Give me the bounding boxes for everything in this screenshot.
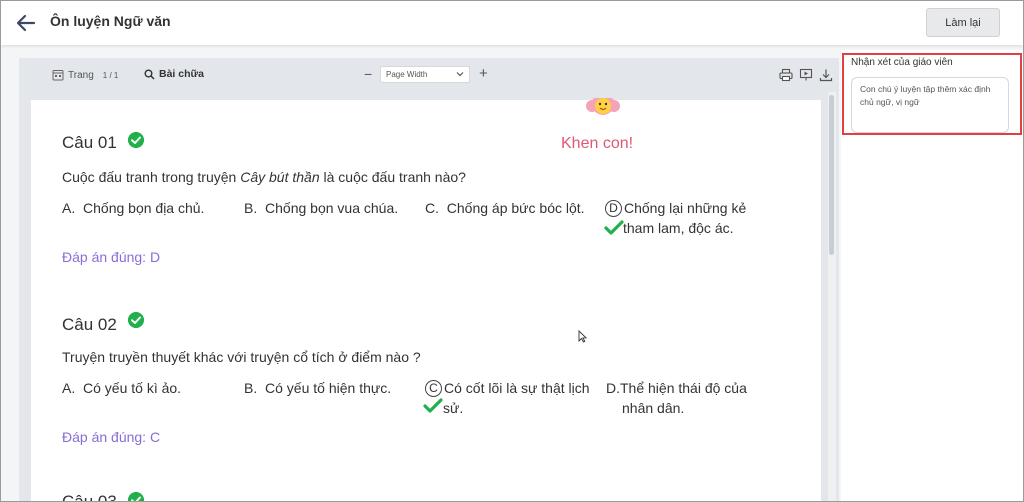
question-title: Câu 03 <box>62 492 117 502</box>
selected-option-letter: D <box>605 200 622 217</box>
tick-icon <box>604 220 624 235</box>
question-title: Câu 01 <box>62 133 117 152</box>
print-icon[interactable] <box>779 68 793 82</box>
option-c-selected[interactable]: C Có cốt lõi là sự thật lịch sử. <box>425 378 590 418</box>
chevron-down-icon <box>456 72 464 77</box>
selected-option-letter: C <box>425 380 442 397</box>
zoom-select[interactable]: Page Width <box>380 66 470 83</box>
solution-label: Bài chữa <box>159 68 204 80</box>
document-viewer: Trang 1 / 1 Bài chữa − Page Width + Khen… <box>19 58 839 502</box>
check-icon <box>128 132 144 148</box>
flower-icon <box>586 98 620 115</box>
option-letter: B. <box>244 380 258 396</box>
comment-textbox[interactable]: Con chú ý luyện tập thêm xác định chủ ng… <box>851 77 1009 133</box>
option-text: tham lam, độc ác. <box>623 220 734 236</box>
document-page: Khen con! Câu 01 Cuộc đấu tranh trong tr… <box>31 98 821 502</box>
question-text: Cuộc đấu tranh trong truyện Cây bút thần… <box>62 169 466 185</box>
check-icon <box>128 492 144 501</box>
option-letter: C. <box>425 200 439 216</box>
search-icon <box>144 69 155 80</box>
viewer-scrollbar[interactable] <box>828 92 836 501</box>
question-text-part: là cuộc đấu tranh nào? <box>319 169 466 185</box>
tick-icon <box>423 398 443 413</box>
option-letter: A. <box>62 380 76 396</box>
option-letter: B. <box>244 200 258 216</box>
zoom-value: Page Width <box>386 70 428 79</box>
page-indicator: Trang 1 / 1 <box>52 69 118 81</box>
present-icon[interactable] <box>799 68 813 82</box>
teacher-comment-panel: Nhận xét của giáo viên Con chú ý luyện t… <box>841 50 1023 501</box>
option-d[interactable]: D.Thể hiện thái độ của nhân dân. <box>606 378 747 418</box>
option-text: Có cốt lõi là sự thật lịch <box>444 380 590 396</box>
praise-text: Khen con! <box>561 135 634 152</box>
back-arrow-icon[interactable] <box>15 12 37 34</box>
option-b[interactable]: B. Chống bọn vua chúa. <box>244 198 398 218</box>
comment-title: Nhận xét của giáo viên <box>851 57 953 68</box>
viewer-toolbar: Trang 1 / 1 Bài chữa − Page Width + <box>19 58 839 92</box>
page-label: Trang <box>68 69 94 81</box>
option-text: sử. <box>443 400 464 416</box>
app-window: Ôn luyện Ngữ văn Làm lại Trang 1 / 1 Bài… <box>0 0 1024 502</box>
option-letter: A. <box>62 200 76 216</box>
option-d-selected[interactable]: D Chống lại những kẻ tham lam, độc ác. <box>605 198 746 238</box>
option-b[interactable]: B. Có yếu tố hiện thực. <box>244 378 391 398</box>
solution-tab[interactable]: Bài chữa <box>144 68 204 80</box>
option-a[interactable]: A. Chống bọn địa chủ. <box>62 198 204 218</box>
option-text: Có yếu tố hiện thực. <box>265 380 392 396</box>
question-text-part: Cuộc đấu tranh trong truyện <box>62 169 241 185</box>
page-title: Ôn luyện Ngữ văn <box>50 13 171 29</box>
option-text: Chống áp bức bóc lột. <box>446 200 585 216</box>
correct-answer: Đáp án đúng: D <box>62 249 161 265</box>
check-icon <box>128 312 144 328</box>
zoom-out-button[interactable]: − <box>364 66 372 82</box>
option-text: Chống bọn địa chủ. <box>83 200 205 216</box>
option-a[interactable]: A. Có yếu tố kì ảo. <box>62 378 181 398</box>
page-icon <box>52 70 64 81</box>
option-text: Có yếu tố kì ảo. <box>83 380 182 396</box>
cursor-icon <box>578 330 587 343</box>
option-text: Thể hiện thái độ của <box>620 380 747 396</box>
question-text: Truyện truyền thuyết khác với truyện cổ … <box>62 349 421 365</box>
zoom-in-button[interactable]: + <box>479 65 488 82</box>
redo-button[interactable]: Làm lại <box>926 8 1000 37</box>
option-text: nhân dân. <box>622 400 685 416</box>
option-letter: D. <box>606 380 620 396</box>
download-icon[interactable] <box>819 68 833 82</box>
scrollbar-thumb[interactable] <box>829 95 834 255</box>
correct-answer: Đáp án đúng: C <box>62 429 161 445</box>
page-count: 1 / 1 <box>102 70 119 80</box>
option-text: Chống lại những kẻ <box>624 200 747 216</box>
option-text: Chống bọn vua chúa. <box>265 200 399 216</box>
question-text-italic: Cây bút thần <box>240 169 320 185</box>
question-title: Câu 02 <box>62 315 117 334</box>
header-bar: Ôn luyện Ngữ văn Làm lại <box>1 1 1023 45</box>
option-c[interactable]: C. Chống áp bức bóc lột. <box>425 198 585 218</box>
